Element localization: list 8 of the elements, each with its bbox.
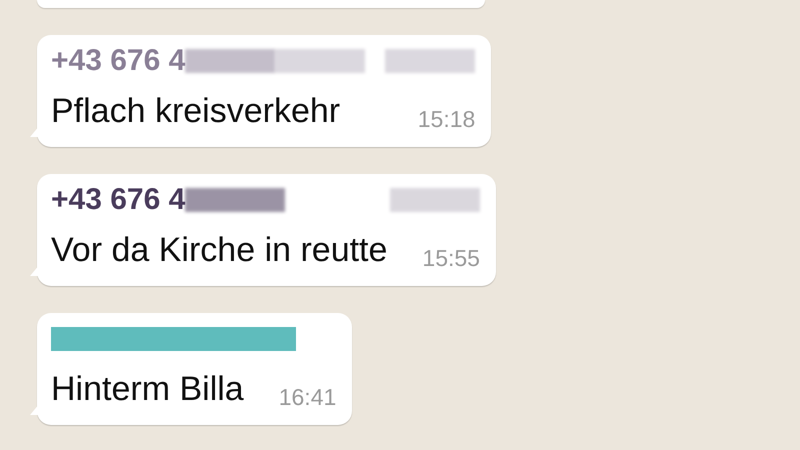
sender-name: +43 676 4 xyxy=(51,183,186,217)
message-text: Pflach kreisverkehr xyxy=(51,92,340,132)
message-text: Hinterm Billa xyxy=(51,370,244,410)
message-text: Vor da Kirche in reutte xyxy=(51,231,388,271)
message-time: 15:18 xyxy=(418,106,476,134)
message-time: 16:41 xyxy=(278,384,336,412)
sender-name: +43 676 4 xyxy=(51,44,186,78)
message-time: 15:55 xyxy=(422,245,480,273)
